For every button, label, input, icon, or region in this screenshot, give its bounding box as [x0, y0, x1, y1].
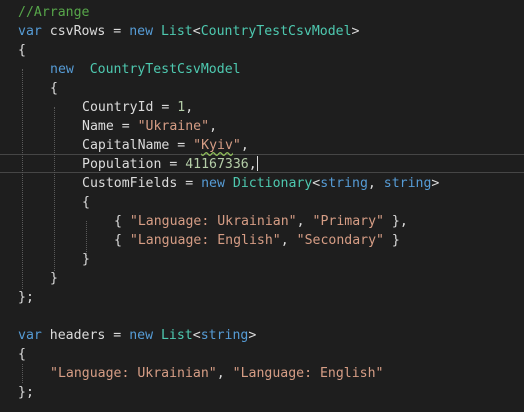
keyword-new: new: [129, 24, 154, 39]
code-line: { "Language: Ukrainian", "Primary" },: [114, 214, 408, 229]
keyword-string: string: [200, 328, 249, 343]
code-line: {: [18, 43, 26, 58]
type-country-model: CountryTestCsvModel: [200, 24, 352, 39]
string-literal: "Primary": [312, 214, 384, 229]
code-line: {: [18, 347, 26, 362]
code-line: CountryId = 1,: [82, 100, 194, 115]
code-line: };: [18, 385, 34, 400]
code-line: CapitalName = "Kyiv",: [82, 138, 249, 153]
code-line: }: [82, 252, 90, 267]
number-literal: 41167336: [185, 157, 249, 172]
property-capitalname: CapitalName: [82, 138, 170, 153]
string-literal-open: ": [193, 138, 202, 153]
code-line: };: [18, 290, 34, 305]
string-literal: "Language: English": [232, 366, 384, 381]
code-line: { "Language: English", "Secondary" }: [114, 233, 400, 248]
code-line: var headers = new List<string>: [18, 328, 257, 343]
type-list: List: [160, 24, 193, 39]
code-line: var csvRows = new List<CountryTestCsvMod…: [18, 24, 360, 39]
identifier-headers: headers: [49, 328, 106, 343]
string-literal-close: ": [232, 138, 241, 153]
code-editor[interactable]: //Arrange var csvRows = new List<Country…: [0, 0, 524, 412]
keyword-string: string: [320, 176, 368, 191]
keyword-var: var: [18, 24, 42, 39]
comment-token: //Arrange: [18, 5, 90, 20]
keyword-new: new: [50, 62, 74, 77]
keyword-new: new: [201, 176, 225, 191]
property-name: Name: [82, 119, 114, 134]
text-caret: [256, 156, 258, 171]
property-customfields: CustomFields: [82, 176, 178, 191]
spellcheck-squiggle-word[interactable]: Kyiv: [201, 138, 233, 153]
type-dictionary: Dictionary: [232, 176, 313, 191]
code-line: }: [50, 271, 58, 286]
code-line: "Language: Ukrainian", "Language: Englis…: [50, 366, 384, 381]
property-population: Population: [82, 157, 162, 172]
code-line: {: [82, 195, 90, 210]
type-country-model: CountryTestCsvModel: [89, 62, 241, 77]
string-literal: "Language: Ukrainian": [129, 214, 297, 229]
code-line: Name = "Ukraine",: [82, 119, 218, 134]
string-literal: "Language: English": [129, 233, 281, 248]
code-line: {: [50, 81, 58, 96]
keyword-string: string: [383, 176, 432, 191]
code-line: CustomFields = new Dictionary<string, st…: [82, 176, 440, 191]
code-line: Population = 41167336,: [82, 156, 258, 172]
keyword-var: var: [18, 328, 42, 343]
string-literal: "Secondary": [296, 233, 384, 248]
code-line: //Arrange: [0, 3, 89, 22]
type-list: List: [160, 328, 193, 343]
property-countryid: CountryId: [82, 100, 154, 115]
code-line: new CountryTestCsvModel: [0, 60, 241, 79]
string-literal: "Language: Ukrainian": [50, 366, 217, 381]
string-literal: "Ukraine": [137, 119, 210, 134]
keyword-new: new: [129, 328, 154, 343]
identifier-csvrows: csvRows: [49, 24, 106, 39]
